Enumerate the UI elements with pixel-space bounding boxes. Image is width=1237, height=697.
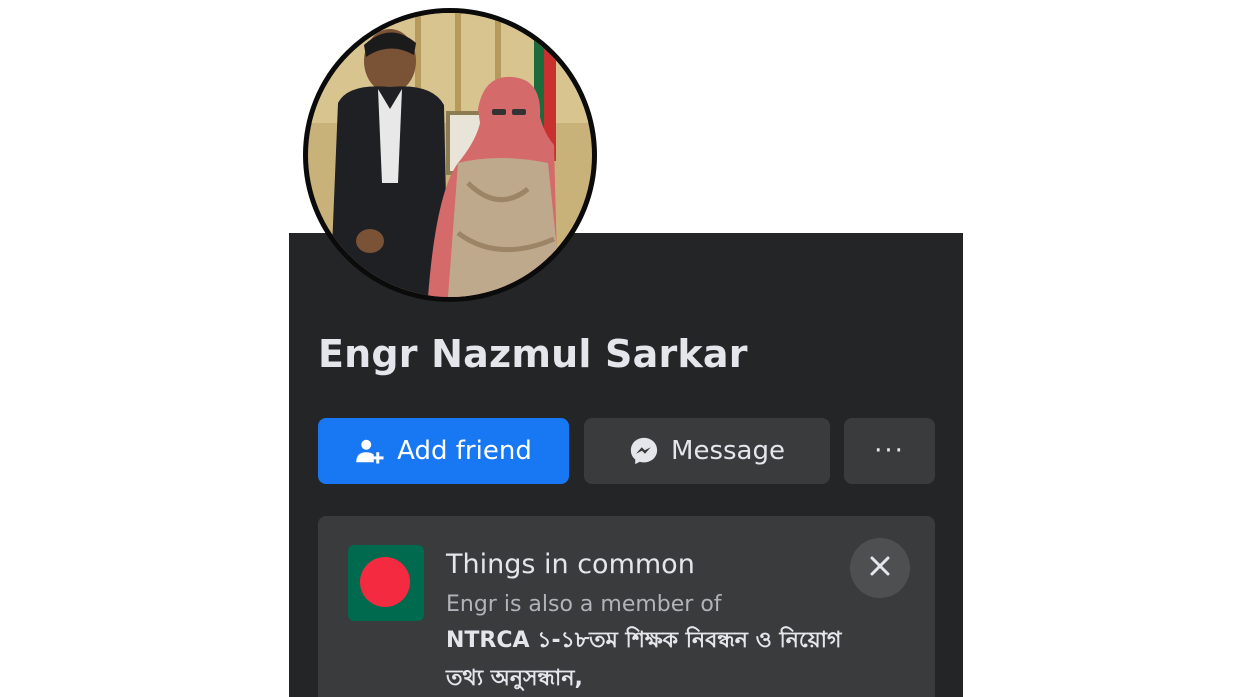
add-friend-label: Add friend: [397, 436, 532, 466]
profile-screen: Engr Nazmul Sarkar Add friend Message ··…: [0, 0, 1237, 697]
profile-avatar[interactable]: [303, 8, 597, 302]
messenger-icon: [629, 436, 659, 466]
message-button[interactable]: Message: [584, 418, 830, 484]
close-button[interactable]: [850, 538, 910, 598]
profile-name: Engr Nazmul Sarkar: [318, 332, 748, 376]
things-in-common-title: Things in common: [446, 549, 695, 580]
profile-photo-icon: [308, 13, 592, 297]
more-icon: ···: [874, 436, 905, 466]
add-friend-icon: [355, 436, 385, 466]
add-friend-button[interactable]: Add friend: [318, 418, 569, 484]
message-label: Message: [671, 436, 785, 466]
bangladesh-flag-icon: [348, 545, 424, 621]
close-icon: [868, 554, 892, 582]
group-name-link[interactable]: NTRCA ১-১৮তম শিক্ষক নিবন্ধন ও নিয়োগ তথ্…: [446, 622, 846, 697]
things-in-common-subtitle: Engr is also a member of: [446, 592, 722, 617]
flag-red-disc: [360, 557, 410, 607]
more-options-button[interactable]: ···: [844, 418, 935, 484]
